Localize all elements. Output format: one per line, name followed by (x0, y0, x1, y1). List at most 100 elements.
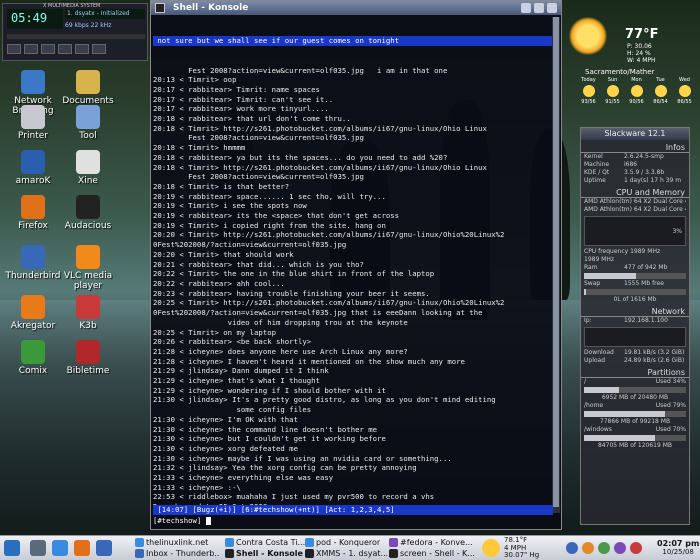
swap-bar (584, 289, 686, 295)
taskbar-task[interactable]: screen - Shell - K... (388, 548, 474, 559)
forecast-day-name: Today (581, 77, 596, 83)
weather-stats: P: 30.06 H: 24 % W: 4 MPH (627, 43, 656, 64)
clock-date: 10/25/08 (662, 548, 694, 556)
desktop-icon-label: K3b (79, 321, 97, 331)
clock[interactable]: 02:07 pm 10/25/08 (657, 539, 699, 556)
update-tray-icon[interactable] (598, 542, 610, 554)
cpu-model: AMD Athlon(tm) 64 X2 Dual Core 4600+ (584, 198, 686, 205)
window-titlebar[interactable]: Shell - Konsole (151, 1, 561, 15)
forecast-sun-icon (630, 85, 643, 97)
task-label: Inbox - Thunderb... (146, 549, 220, 558)
info-value: 2.6.24.5-smp (624, 153, 664, 160)
network-tray-icon[interactable] (566, 542, 578, 554)
info-key: KDE / Qt (584, 169, 610, 176)
close-button[interactable] (547, 3, 557, 13)
info-row: Machine i686 (581, 161, 689, 169)
previous-button[interactable] (7, 44, 21, 54)
terminal-line: 20:19 < Timrit> i see the spots now (153, 201, 307, 211)
scrollbar-thumb[interactable] (553, 17, 559, 507)
task-label: Shell - Konsole (236, 549, 303, 558)
taskbar-task[interactable]: Contra Costa Ti... (224, 537, 310, 548)
konqueror-icon[interactable] (52, 540, 68, 556)
klipper-tray-icon[interactable] (614, 542, 626, 554)
desktop-icon-bibletime[interactable]: Bibletime (55, 340, 121, 376)
terminal-line: 21:29 < jlindsay> Dann dumped it I think (153, 366, 329, 376)
partition-sizes: 84705 MB of 120619 MB (598, 442, 672, 449)
k3b-tray-icon[interactable] (630, 542, 642, 554)
desktop-icon-xine[interactable]: Xine (55, 150, 121, 186)
cpu-frequency: CPU frequency 1989 MHz (584, 248, 661, 255)
terminal-line: 0Fest%202008/?action=view&current=olf035… (153, 240, 347, 250)
taskbar-task[interactable]: Inbox - Thunderb... (134, 548, 220, 559)
info-value: i686 (624, 161, 638, 168)
terminal-line: 20:18 < rabbitear> ya but its the spaces… (153, 152, 448, 162)
task-label: XMMS - 1. dsyat... (316, 549, 389, 558)
desktop-icon-audacious[interactable]: Audacious (55, 195, 121, 231)
taskbar-task[interactable]: #fedora - Konve... (388, 537, 474, 548)
xmms-track-info: 1. dsyatx - Initialized (65, 9, 145, 19)
stop-button[interactable] (58, 44, 72, 54)
taskbar-task[interactable]: XMMS - 1. dsyat... (304, 548, 390, 559)
ram-bar-fill (584, 273, 637, 279)
eject-button[interactable] (92, 44, 106, 54)
upload-row: Upload 24.89 kB/s (2.6 GiB) (584, 357, 685, 364)
system-monitor: Slackware 12.1 Infos Kernel 2.6.24.5-smp M… (580, 127, 690, 525)
terminal-line: 20:18 < rabbitear> that url don't come t… (153, 114, 351, 124)
sysmon-title: Slackware 12.1 (581, 128, 689, 140)
info-key: Machine (584, 161, 610, 168)
info-key: Uptime (584, 177, 606, 184)
konsole-window[interactable]: Shell - Konsole not sure but we shall se… (150, 0, 562, 530)
firefox-icon[interactable] (74, 540, 90, 556)
next-button[interactable] (75, 44, 89, 54)
taskbar-task[interactable]: pod - Konqueror (304, 537, 390, 548)
kde-menu-icon[interactable] (4, 540, 20, 556)
taskbar-task[interactable]: Shell - Konsole (224, 548, 310, 559)
forecast-day: Tue 86/54 (650, 77, 671, 105)
tray-weather[interactable]: 78.1°F 4 MPH 30.07" Hg (504, 536, 539, 560)
terminal-line: 21:30 < icheyne> but I couldn't get it w… (153, 434, 386, 444)
partition-name: / (584, 378, 587, 385)
desktop-icon[interactable] (30, 540, 46, 556)
desktop-icon-label: Bibletime (66, 366, 110, 376)
terminal-line: Fest 2008?action=view&current=olf035.jpg… (153, 65, 448, 75)
irssi-input-line[interactable]: [#techshow] (153, 516, 553, 526)
swap-row: Swap 1555 Mb free (581, 280, 689, 288)
forecast-day-name: Mon (631, 77, 642, 83)
ram-bar (584, 273, 686, 279)
weather-wind: W: 4 MPH (627, 57, 656, 64)
desktop-icon-vlc-media-player[interactable]: VLC media player (55, 245, 121, 291)
terminal-scrollbar[interactable] (552, 17, 560, 513)
desktop-icon-k3b[interactable]: K3b (55, 295, 121, 331)
bibletime-icon (76, 340, 100, 364)
thunderbird-icon[interactable] (96, 540, 112, 556)
maximize-button[interactable] (534, 3, 544, 13)
xmms-seek-bar[interactable] (7, 34, 145, 39)
comix-icon (21, 340, 45, 364)
pause-button[interactable] (41, 44, 55, 54)
channel-topic: not sure but we shall see if our guest c… (153, 36, 553, 47)
terminal-line: 20:19 < rabbitear> its the <space> that … (153, 211, 400, 221)
task-label: pod - Konqueror (316, 538, 381, 547)
partition-sizes: 77866 MB of 99218 MB (599, 418, 671, 425)
minimize-button[interactable] (521, 3, 531, 13)
weather-widget[interactable]: 77°F P: 30.06 H: 24 % W: 4 MPH Sacrament… (565, 15, 695, 115)
volume-tray-icon[interactable] (582, 542, 594, 554)
desktop-icon-documents[interactable]: Documents (55, 70, 121, 106)
terminal-output[interactable]: not sure but we shall see if our guest c… (153, 17, 553, 515)
play-button[interactable] (24, 44, 38, 54)
xmms-player[interactable]: X MULTIMEDIA SYSTEM 05:49 1. dsyatx - In… (2, 3, 148, 61)
swap-label: Swap (584, 280, 601, 287)
desktop-icon-label: Audacious (64, 221, 112, 231)
partition-row: / Used 34% (581, 378, 689, 386)
terminal-icon (155, 3, 165, 13)
task-app-icon (305, 549, 314, 558)
task-app-icon (389, 549, 398, 558)
task-label: thelinuxlink.net (146, 538, 209, 547)
taskbar-task[interactable]: thelinuxlink.net (134, 537, 220, 548)
terminal-line: 21:28 < icheyne> I haven't heard it ment… (153, 356, 465, 366)
desktop-icon-label: VLC media player (63, 271, 113, 291)
forecast-sun-icon (678, 85, 691, 97)
desktop-icon-tool[interactable]: Tool (55, 105, 121, 141)
terminal-line: 20:25 < Timrit> http://s261.photobucket.… (153, 298, 505, 308)
ip-address: 192.168.1.100 (624, 317, 668, 324)
